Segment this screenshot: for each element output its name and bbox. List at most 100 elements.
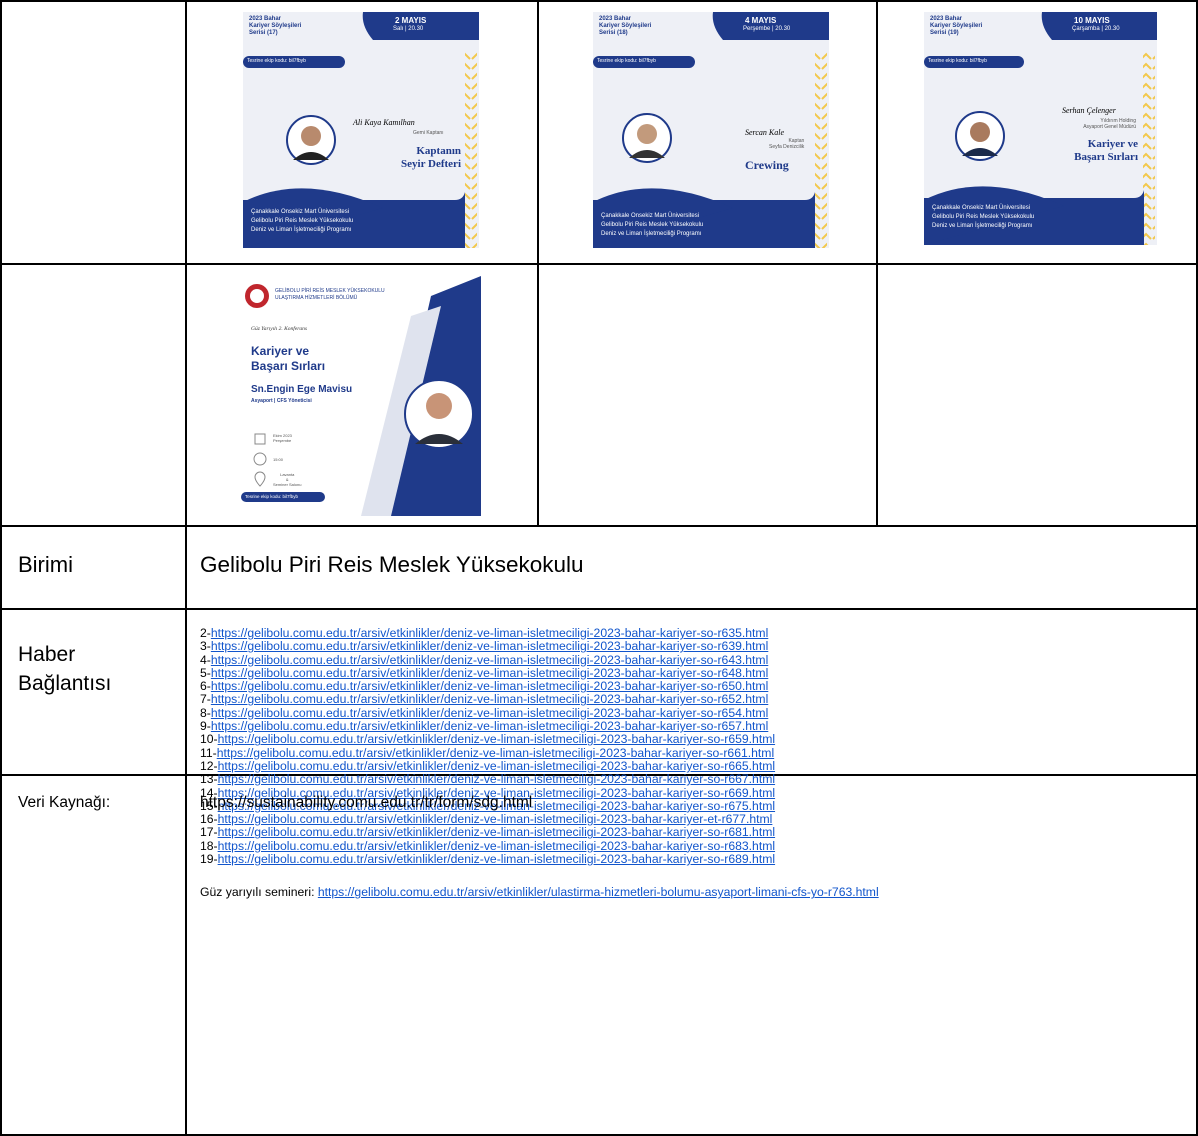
poster-footer: Çanakkale Onsekiz Mart Üniversitesi Geli… bbox=[601, 213, 704, 237]
poster-date: 10 MAYIS bbox=[1074, 16, 1110, 25]
news-link[interactable]: https://gelibolu.comu.edu.tr/arsiv/etkin… bbox=[218, 772, 775, 786]
news-link-row: 2-https://gelibolu.comu.edu.tr/arsiv/etk… bbox=[200, 626, 775, 640]
poster-topic: Kaptanın Seyir Defteri bbox=[401, 145, 461, 170]
news-link-row: 19-https://gelibolu.comu.edu.tr/arsiv/et… bbox=[200, 852, 775, 867]
haber-label: Haber Bağlantısı bbox=[18, 643, 112, 695]
table-border bbox=[0, 263, 1198, 265]
table-border bbox=[537, 0, 539, 525]
news-link-prefix: 12- bbox=[200, 758, 218, 773]
guz-seminer-link[interactable]: https://gelibolu.comu.edu.tr/arsiv/etkin… bbox=[318, 885, 879, 899]
news-link-row: 8-https://gelibolu.comu.edu.tr/arsiv/etk… bbox=[200, 705, 775, 720]
poster-series: 2023 Bahar Kariyer Söyleşileri Serisi (1… bbox=[930, 16, 983, 36]
table-border-top bbox=[0, 0, 1198, 2]
news-link-prefix: 9- bbox=[200, 719, 211, 734]
news-link[interactable]: https://gelibolu.comu.edu.tr/arsiv/etkin… bbox=[218, 812, 773, 826]
table-border bbox=[876, 0, 878, 525]
news-link[interactable]: https://gelibolu.comu.edu.tr/arsiv/etkin… bbox=[211, 692, 768, 706]
news-link[interactable]: https://gelibolu.comu.edu.tr/arsiv/etkin… bbox=[211, 666, 768, 680]
news-link-row: 3-https://gelibolu.comu.edu.tr/arsiv/etk… bbox=[200, 640, 775, 653]
news-link[interactable]: https://gelibolu.comu.edu.tr/arsiv/etkin… bbox=[211, 639, 768, 653]
news-link-row: 9-https://gelibolu.comu.edu.tr/arsiv/etk… bbox=[200, 719, 775, 734]
news-link-prefix: 16- bbox=[200, 812, 218, 827]
poster-speaker: Serhan Çelenger bbox=[1062, 106, 1116, 115]
poster-topic: Crewing bbox=[745, 158, 789, 172]
poster-role: Gemi Kaptanı bbox=[413, 130, 444, 136]
news-link-prefix: 3- bbox=[200, 639, 211, 654]
news-link-row: 12-https://gelibolu.comu.edu.tr/arsiv/et… bbox=[200, 758, 775, 773]
news-link-prefix: 2- bbox=[200, 626, 211, 640]
poster-day-time: Salı | 20.30 bbox=[393, 26, 424, 32]
poster-code: Tesrine ekip kodu: bil7fbyb bbox=[247, 58, 306, 64]
news-link[interactable]: https://gelibolu.comu.edu.tr/arsiv/etkin… bbox=[211, 653, 768, 667]
table-border bbox=[0, 525, 1198, 527]
event-poster-4: GELİBOLU PİRİ REİS MESLEK YÜKSEKOKULU UL… bbox=[241, 276, 481, 516]
news-link[interactable]: https://gelibolu.comu.edu.tr/arsiv/etkin… bbox=[218, 825, 775, 839]
news-link-prefix: 6- bbox=[200, 679, 211, 694]
poster-date: Ekim 2023 Perşembe bbox=[273, 433, 292, 443]
poster-subtitle: Güz Yarıyılı 2. Konferans bbox=[251, 326, 308, 332]
guz-seminer-prefix: Güz yarıyılı semineri: bbox=[200, 885, 318, 900]
news-link-row: 17-https://gelibolu.comu.edu.tr/arsiv/et… bbox=[200, 826, 775, 839]
news-links-list: 2-https://gelibolu.comu.edu.tr/arsiv/etk… bbox=[200, 626, 775, 867]
poster-title: Kariyer ve Başarı Sırları bbox=[251, 344, 326, 373]
news-link-prefix: 13- bbox=[200, 772, 218, 787]
table-border bbox=[0, 608, 1198, 610]
news-link-prefix: 11- bbox=[200, 745, 217, 760]
news-link[interactable]: https://gelibolu.comu.edu.tr/arsiv/etkin… bbox=[211, 679, 768, 693]
birimi-label: Birimi bbox=[18, 552, 73, 577]
news-link-row: 6-https://gelibolu.comu.edu.tr/arsiv/etk… bbox=[200, 680, 775, 693]
news-link-row: 16-https://gelibolu.comu.edu.tr/arsiv/et… bbox=[200, 813, 775, 826]
poster-time: 15:00 bbox=[273, 457, 284, 462]
event-poster-3: 2023 Bahar Kariyer Söyleşileri Serisi (1… bbox=[924, 12, 1157, 245]
news-link-prefix: 10- bbox=[200, 732, 218, 747]
poster-header: GELİBOLU PİRİ REİS MESLEK YÜKSEKOKULU UL… bbox=[275, 288, 385, 301]
news-link[interactable]: https://gelibolu.comu.edu.tr/arsiv/etkin… bbox=[211, 706, 768, 720]
news-link-prefix: 5- bbox=[200, 665, 211, 680]
poster-role: Yıldırım Holding Asyaport Genel Müdürü bbox=[1083, 118, 1136, 130]
news-link-row: 10-https://gelibolu.comu.edu.tr/arsiv/et… bbox=[200, 733, 775, 746]
news-link[interactable]: https://gelibolu.comu.edu.tr/arsiv/etkin… bbox=[218, 732, 775, 746]
news-link[interactable]: https://gelibolu.comu.edu.tr/arsiv/etkin… bbox=[211, 719, 768, 733]
guz-seminer-line: Güz yarıyılı semineri: https://gelibolu.… bbox=[200, 885, 879, 899]
table-border-left bbox=[0, 0, 2, 1136]
news-link-prefix: 19- bbox=[200, 852, 218, 867]
news-link-row: 13-https://gelibolu.comu.edu.tr/arsiv/et… bbox=[200, 773, 775, 786]
poster-code: Tesrine ekip kodu: bil7fbyb bbox=[597, 58, 656, 64]
news-link[interactable]: https://gelibolu.comu.edu.tr/arsiv/etkin… bbox=[218, 839, 775, 853]
poster-date: 2 MAYIS bbox=[395, 16, 427, 25]
event-poster-1: 2023 Bahar Kariyer Söyleşileri Serisi (1… bbox=[243, 12, 479, 248]
poster-code: Tesrine ekip kodu: bil7fbyb bbox=[928, 58, 987, 64]
poster-speaker: Ali Kaya Kamılhan bbox=[353, 118, 415, 127]
poster-role: Asyaport | CFS Yöneticisi bbox=[251, 398, 312, 404]
news-link[interactable]: https://gelibolu.comu.edu.tr/arsiv/etkin… bbox=[217, 746, 774, 760]
news-link-row: 5-https://gelibolu.comu.edu.tr/arsiv/etk… bbox=[200, 665, 775, 680]
poster-footer: Çanakkale Onsekiz Mart Üniversitesi Geli… bbox=[251, 209, 354, 233]
poster-speaker: Sercan Kale bbox=[745, 128, 785, 137]
poster-speaker: Sn.Engin Ege Mavisu bbox=[251, 384, 353, 395]
news-link-prefix: 8- bbox=[200, 705, 211, 720]
poster-code: Tesrine ekip kodu: bil7fbyb bbox=[245, 494, 299, 499]
poster-series: 2023 Bahar Kariyer Söyleşileri Serisi (1… bbox=[599, 16, 652, 36]
veri-label: Veri Kaynağı: bbox=[18, 794, 111, 811]
veri-value: https://sustainability.comu.edu.tr/tr/fo… bbox=[200, 794, 533, 811]
poster-day-time: Perşembe | 20.30 bbox=[743, 26, 791, 32]
news-link[interactable]: https://gelibolu.comu.edu.tr/arsiv/etkin… bbox=[218, 852, 775, 866]
poster-footer: Çanakkale Onsekiz Mart Üniversitesi Geli… bbox=[932, 205, 1035, 229]
event-poster-2: 2023 Bahar Kariyer Söyleşileri Serisi (1… bbox=[593, 12, 829, 248]
news-link-row: 4-https://gelibolu.comu.edu.tr/arsiv/etk… bbox=[200, 652, 775, 667]
birimi-value: Gelibolu Piri Reis Meslek Yüksekokulu bbox=[200, 552, 584, 577]
news-link-prefix: 7- bbox=[200, 692, 211, 707]
news-link-prefix: 4- bbox=[200, 652, 211, 667]
poster-place: Lavanta & Seminer Salonu bbox=[273, 472, 302, 487]
poster-date: 4 MAYIS bbox=[745, 16, 777, 25]
poster-role: Kaptan Seyfa Denizcilik bbox=[769, 138, 805, 150]
news-link-row: 11-https://gelibolu.comu.edu.tr/arsiv/et… bbox=[200, 745, 775, 760]
poster-series: 2023 Bahar Kariyer Söyleşileri Serisi (1… bbox=[249, 16, 302, 36]
poster-day-time: Çarşamba | 20.30 bbox=[1072, 26, 1120, 32]
poster-topic: Kariyer ve Başarı Sırları bbox=[1074, 138, 1138, 163]
news-link[interactable]: https://gelibolu.comu.edu.tr/arsiv/etkin… bbox=[218, 759, 775, 773]
news-link-prefix: 17- bbox=[200, 825, 218, 840]
news-link[interactable]: https://gelibolu.comu.edu.tr/arsiv/etkin… bbox=[211, 626, 768, 640]
news-link-prefix: 18- bbox=[200, 838, 218, 853]
news-link-row: 18-https://gelibolu.comu.edu.tr/arsiv/et… bbox=[200, 838, 775, 853]
